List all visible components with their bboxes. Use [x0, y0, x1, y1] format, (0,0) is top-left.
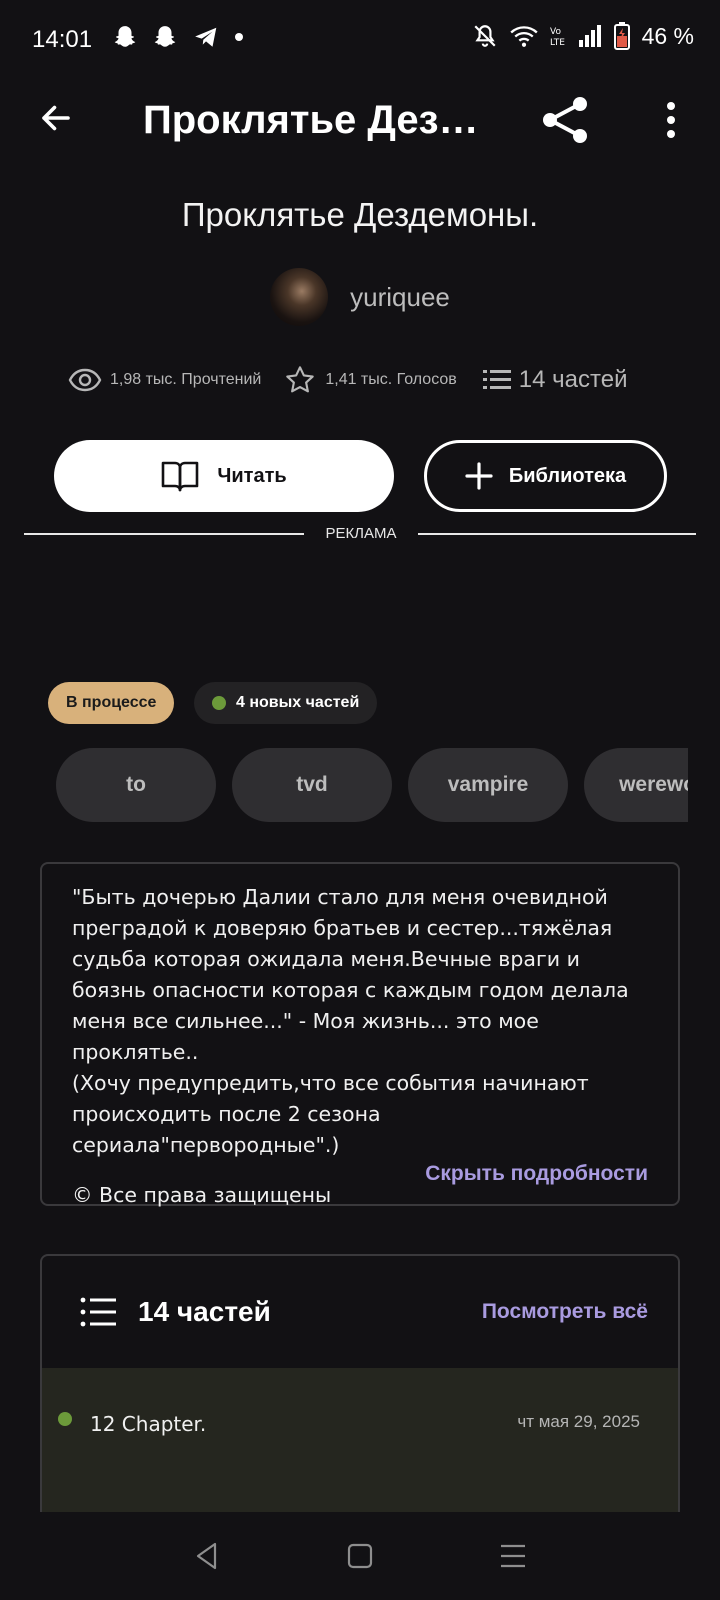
library-button-label: Библиотека: [508, 464, 627, 487]
nav-home-icon[interactable]: [347, 1543, 373, 1569]
share-icon: [543, 97, 587, 143]
arrow-left-icon: [42, 105, 70, 131]
story-stats: 1,98 тыс. Прочтений 1,41 тыс. Голосов 14…: [68, 364, 627, 396]
battery-percentage: 46 %: [641, 22, 694, 49]
back-button[interactable]: [36, 98, 76, 138]
wifi-icon: [509, 26, 538, 47]
author-name[interactable]: yuriquee: [350, 282, 450, 313]
new-indicator-dot: [212, 696, 226, 710]
app-bar-title: Проклятье Дезд...: [143, 98, 483, 142]
reads-count: 1,98 тыс. Прочтений: [110, 371, 262, 388]
book-open-icon: [162, 461, 199, 492]
chapter-title: 12 Chapter.: [90, 1412, 207, 1436]
description-text: "Быть дочерью Далии стало для меня очеви…: [72, 885, 629, 1157]
votes-stat: 1,41 тыс. Голосов: [283, 364, 457, 396]
chapter-list-item[interactable]: 12 Chapter. чт мая 29, 2025: [42, 1368, 678, 1514]
share-button[interactable]: [540, 94, 592, 146]
description-card: "Быть дочерью Далии стало для меня очеви…: [40, 862, 680, 1207]
nav-back-icon[interactable]: [193, 1541, 221, 1571]
more-vertical-icon: [667, 102, 675, 110]
signal-icon: [578, 25, 601, 47]
view-all-button[interactable]: Посмотреть всё: [482, 1300, 648, 1324]
status-time: 14:01: [32, 26, 93, 53]
dot-icon: [235, 33, 243, 41]
parts-card: 14 частей Посмотреть всё 12 Chapter. чт …: [40, 1254, 680, 1514]
telegram-icon: [195, 27, 217, 47]
battery-icon: [613, 22, 630, 50]
tags-scroller[interactable]: to tvd vampire werewolf: [56, 748, 688, 822]
tag-chip[interactable]: tvd: [232, 748, 392, 822]
chapter-date: чт мая 29, 2025: [517, 1412, 640, 1431]
eye-icon: [68, 368, 102, 392]
system-navigation-bar: [0, 1512, 720, 1600]
story-title: Проклятье Дездемоны.: [181, 196, 539, 233]
snapchat-icon: [114, 26, 136, 47]
parts-count: 14 частей: [518, 366, 628, 393]
new-parts-label: 4 новых частей: [236, 694, 360, 711]
more-options-button[interactable]: [654, 98, 688, 142]
new-indicator-dot: [58, 1412, 72, 1426]
tag-chip[interactable]: to: [56, 748, 216, 822]
svg-text:LTE: LTE: [550, 38, 565, 48]
svg-text:Vo: Vo: [550, 27, 561, 37]
status-badge: В процессе: [48, 682, 175, 724]
parts-title: 14 частей: [138, 1296, 271, 1327]
list-icon: [482, 370, 511, 389]
reads-stat: 1,98 тыс. Прочтений: [68, 368, 261, 392]
tag-chip[interactable]: vampire: [408, 748, 568, 822]
add-to-library-button[interactable]: Библиотека: [424, 440, 667, 512]
snapchat-icon: [154, 26, 176, 47]
read-button-label: Читать: [217, 464, 287, 487]
star-icon: [286, 366, 315, 393]
author-row[interactable]: yuriquee: [0, 268, 720, 326]
status-notification-icons: [112, 24, 244, 50]
votes-count: 1,41 тыс. Голосов: [325, 371, 457, 388]
status-badge-label: В процессе: [66, 694, 157, 711]
new-parts-badge: 4 новых частей: [194, 682, 378, 724]
read-button[interactable]: Читать: [54, 440, 394, 512]
plus-icon: [465, 462, 493, 490]
status-system-icons: Vo LTE 46 %: [472, 22, 694, 50]
parts-header: 14 частей Посмотреть всё: [42, 1256, 678, 1368]
author-avatar[interactable]: [270, 268, 329, 326]
copyright-notice: © Все права защищены: [72, 1183, 332, 1207]
nav-recents-icon[interactable]: [499, 1543, 527, 1569]
hide-details-button[interactable]: Скрыть подробности: [425, 1162, 648, 1186]
parts-stat: 14 частей: [482, 366, 628, 394]
table-of-contents-icon: [80, 1297, 116, 1327]
ad-divider-left: [24, 533, 304, 535]
volte-icon: VoLTE: [550, 27, 565, 48]
tag-chip[interactable]: werewolf: [584, 748, 688, 822]
ad-divider-right: [418, 533, 696, 535]
ad-label: РЕКЛАМА: [325, 525, 397, 542]
mute-notifications-icon: [474, 25, 496, 47]
